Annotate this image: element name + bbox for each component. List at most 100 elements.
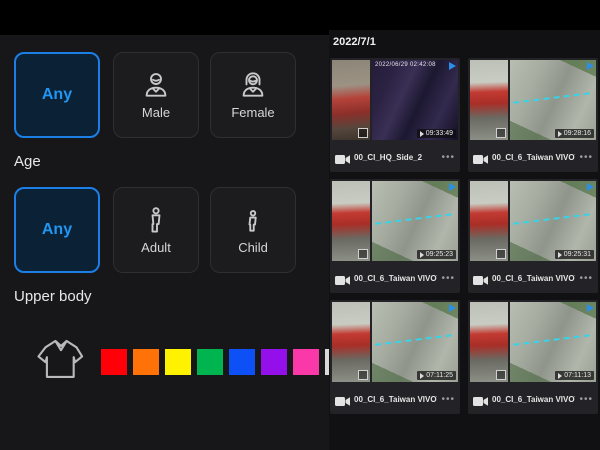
adult-icon [141, 205, 171, 235]
scene-thumb[interactable]: 2022/06/29 02:42:08 09:33:49 [372, 60, 458, 140]
result-thumbnails: 07:11:25 [330, 300, 460, 384]
shirt-icon [30, 329, 92, 391]
track-icon [449, 62, 456, 70]
person-thumb[interactable] [332, 60, 370, 140]
track-icon [587, 183, 594, 191]
result-card[interactable]: 2022/06/29 02:42:08 09:33:49 00_CI_HQ_Si… [330, 58, 460, 172]
time-chip: 07:11:25 [417, 371, 456, 380]
camera-name: 00_CI_6_Taiwan VIVOTEK HQ_6F [354, 395, 437, 404]
scene-thumb[interactable]: 09:25:31 [510, 181, 596, 261]
play-icon [420, 131, 424, 137]
color-swatch-blue[interactable] [229, 349, 255, 375]
crop-badge-icon [496, 249, 506, 259]
age-any-label: Any [42, 221, 72, 239]
track-icon [587, 304, 594, 312]
results-panel: 2022/7/1 2022/06/29 02:42:08 09:33:49 00… [329, 30, 600, 450]
video-camera-icon [335, 394, 350, 405]
event-time: 09:25:31 [564, 251, 591, 258]
camera-name: 00_CI_6_Taiwan VIVOTEK HQ_6F [492, 395, 575, 404]
person-thumb[interactable] [332, 181, 370, 261]
age-section-label: Age [14, 153, 41, 170]
time-chip: 09:25:23 [417, 250, 456, 259]
gender-any-button[interactable]: Any [14, 52, 100, 138]
more-options-icon[interactable]: ••• [579, 152, 593, 163]
upper-body-section-label: Upper body [14, 288, 92, 305]
scene-thumb[interactable]: 09:25:23 [372, 181, 458, 261]
camera-name: 00_CI_6_Taiwan VIVOTEK HQ_6F [492, 153, 575, 162]
card-footer: 00_CI_6_Taiwan VIVOTEK HQ_6F ••• [468, 142, 598, 172]
card-footer: 00_CI_6_Taiwan VIVOTEK HQ_6F ••• [330, 384, 460, 414]
age-child-button[interactable]: Child [210, 187, 296, 273]
person-thumb[interactable] [332, 302, 370, 382]
track-icon [449, 304, 456, 312]
gender-female-label: Female [231, 105, 274, 120]
more-options-icon[interactable]: ••• [441, 394, 455, 405]
filter-panel: Any Male Female Age Any Adult Child Uppe… [0, 35, 329, 450]
color-swatch-pink[interactable] [293, 349, 319, 375]
result-thumbnails: 09:25:23 [330, 179, 460, 263]
result-card[interactable]: 09:25:31 00_CI_6_Taiwan VIVOTEK HQ_6F ••… [468, 179, 598, 293]
more-options-icon[interactable]: ••• [441, 152, 455, 163]
female-icon [238, 70, 268, 100]
track-icon [587, 62, 594, 70]
video-camera-icon [335, 273, 350, 284]
child-icon [238, 205, 268, 235]
color-swatch-green[interactable] [197, 349, 223, 375]
age-any-button[interactable]: Any [14, 187, 100, 273]
color-swatch-purple[interactable] [261, 349, 287, 375]
age-adult-button[interactable]: Adult [113, 187, 199, 273]
time-chip: 09:25:31 [555, 250, 594, 259]
gender-any-label: Any [42, 86, 72, 104]
play-icon [558, 131, 562, 137]
gender-male-button[interactable]: Male [113, 52, 199, 138]
color-swatch-red[interactable] [101, 349, 127, 375]
time-chip: 09:33:49 [417, 129, 456, 138]
gender-female-button[interactable]: Female [210, 52, 296, 138]
result-thumbnails: 2022/06/29 02:42:08 09:33:49 [330, 58, 460, 142]
event-time: 07:11:25 [426, 372, 453, 379]
results-grid: 2022/06/29 02:42:08 09:33:49 00_CI_HQ_Si… [330, 58, 598, 414]
person-thumb[interactable] [470, 181, 508, 261]
camera-name: 00_CI_6_Taiwan VIVOTEK HQ_6F [492, 274, 575, 283]
card-footer: 00_CI_6_Taiwan VIVOTEK HQ_6F ••• [468, 384, 598, 414]
video-camera-icon [473, 152, 488, 163]
result-card[interactable]: 09:28:16 00_CI_6_Taiwan VIVOTEK HQ_6F ••… [468, 58, 598, 172]
play-icon [420, 373, 424, 379]
event-time: 07:11:13 [564, 372, 591, 379]
result-card[interactable]: 07:11:25 00_CI_6_Taiwan VIVOTEK HQ_6F ••… [330, 300, 460, 414]
card-footer: 00_CI_6_Taiwan VIVOTEK HQ_6F ••• [468, 263, 598, 293]
card-footer: 00_CI_HQ_Side_2 ••• [330, 142, 460, 172]
play-icon [558, 252, 562, 258]
time-chip: 07:11:13 [555, 371, 594, 380]
result-card[interactable]: 09:25:23 00_CI_6_Taiwan VIVOTEK HQ_6F ••… [330, 179, 460, 293]
scene-thumb[interactable]: 07:11:25 [372, 302, 458, 382]
crop-badge-icon [358, 249, 368, 259]
color-swatch-yellow[interactable] [165, 349, 191, 375]
video-camera-icon [473, 273, 488, 284]
age-child-label: Child [238, 240, 268, 255]
scene-thumb[interactable]: 09:28:16 [510, 60, 596, 140]
more-options-icon[interactable]: ••• [579, 394, 593, 405]
play-icon [420, 252, 424, 258]
more-options-icon[interactable]: ••• [579, 273, 593, 284]
result-card[interactable]: 07:11:13 00_CI_6_Taiwan VIVOTEK HQ_6F ••… [468, 300, 598, 414]
crop-badge-icon [358, 370, 368, 380]
card-footer: 00_CI_6_Taiwan VIVOTEK HQ_6F ••• [330, 263, 460, 293]
crop-badge-icon [496, 128, 506, 138]
person-thumb[interactable] [470, 302, 508, 382]
camera-name: 00_CI_HQ_Side_2 [354, 153, 437, 162]
video-camera-icon [335, 152, 350, 163]
color-swatch-orange[interactable] [133, 349, 159, 375]
event-time: 09:25:23 [426, 251, 453, 258]
scene-thumb[interactable]: 07:11:13 [510, 302, 596, 382]
upper-body-color-row [101, 349, 329, 375]
more-options-icon[interactable]: ••• [441, 273, 455, 284]
person-thumb[interactable] [470, 60, 508, 140]
video-camera-icon [473, 394, 488, 405]
result-thumbnails: 09:28:16 [468, 58, 598, 142]
results-date-header: 2022/7/1 [333, 36, 376, 48]
result-thumbnails: 09:25:31 [468, 179, 598, 263]
age-adult-label: Adult [141, 240, 171, 255]
crop-badge-icon [496, 370, 506, 380]
male-icon [141, 70, 171, 100]
